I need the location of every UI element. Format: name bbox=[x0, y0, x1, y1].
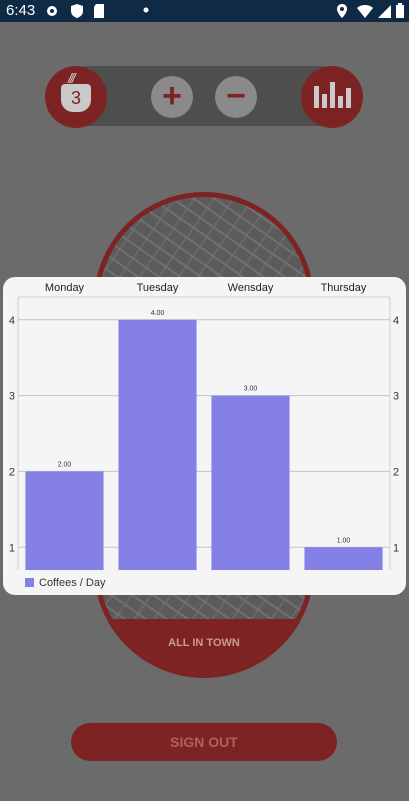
x-tick-label: Tuesday bbox=[137, 282, 179, 294]
stats-button[interactable] bbox=[301, 66, 363, 128]
signal-icon bbox=[378, 5, 391, 18]
y-tick-label-left: 2 bbox=[9, 466, 15, 478]
y-tick-label-left: 3 bbox=[9, 391, 15, 403]
bar-value-label: 3.00 bbox=[244, 386, 258, 393]
x-tick-label: Thursday bbox=[321, 282, 367, 294]
y-tick-label-right: 3 bbox=[393, 391, 399, 403]
chart-legend: Coffees / Day bbox=[25, 577, 105, 589]
plus-icon: + bbox=[162, 77, 182, 115]
sd-card-icon bbox=[94, 4, 104, 18]
cup-count: 3 bbox=[70, 88, 81, 108]
bar bbox=[118, 319, 197, 570]
x-tick-label: Monday bbox=[45, 282, 85, 294]
bar-value-label: 1.00 bbox=[337, 537, 351, 544]
sign-out-label: SIGN OUT bbox=[170, 734, 238, 750]
y-tick-label-left: 4 bbox=[9, 315, 15, 327]
dot-icon bbox=[143, 7, 149, 13]
y-tick-label-right: 2 bbox=[393, 466, 399, 478]
bar-value-label: 4.00 bbox=[151, 310, 165, 317]
add-coffee-button[interactable]: + bbox=[151, 76, 193, 118]
bar bbox=[304, 547, 383, 570]
y-tick-label-right: 1 bbox=[393, 542, 399, 554]
x-tick-label: Wensday bbox=[228, 282, 274, 294]
y-tick-label-left: 1 bbox=[9, 542, 15, 554]
stats-dialog: 1 1 2 2 3 3 4 4 Monday 2.00 Tuesday 4.00 Wensday 3.00… bbox=[3, 277, 406, 595]
legend-label: Coffees / Day bbox=[39, 577, 106, 589]
minus-icon: − bbox=[226, 77, 246, 115]
cup-counter-badge[interactable]: /// 3 bbox=[45, 66, 107, 128]
sign-out-button[interactable]: SIGN OUT bbox=[71, 723, 337, 761]
y-tick-label-right: 4 bbox=[393, 315, 399, 327]
legend-swatch bbox=[25, 578, 34, 587]
battery-icon bbox=[396, 3, 404, 18]
wifi-icon bbox=[357, 5, 373, 18]
bar-value-label: 2.00 bbox=[58, 461, 72, 468]
bar bbox=[25, 471, 104, 570]
clock: 6:43 bbox=[6, 2, 36, 19]
bar bbox=[211, 395, 290, 570]
status-bar: 6:43 bbox=[0, 0, 409, 22]
cup-icon: 3 bbox=[61, 84, 91, 112]
shield-icon bbox=[71, 4, 83, 18]
all-in-town-button[interactable]: ALL IN TOWN bbox=[99, 619, 309, 673]
location-icon bbox=[337, 4, 347, 18]
remove-coffee-button[interactable]: − bbox=[215, 76, 257, 118]
gear-icon bbox=[47, 6, 57, 16]
all-in-town-label: ALL IN TOWN bbox=[168, 637, 240, 649]
coffees-chart: 1 1 2 2 3 3 4 4 Monday 2.00 Tuesday 4.00 Wensday 3.00… bbox=[9, 282, 399, 570]
